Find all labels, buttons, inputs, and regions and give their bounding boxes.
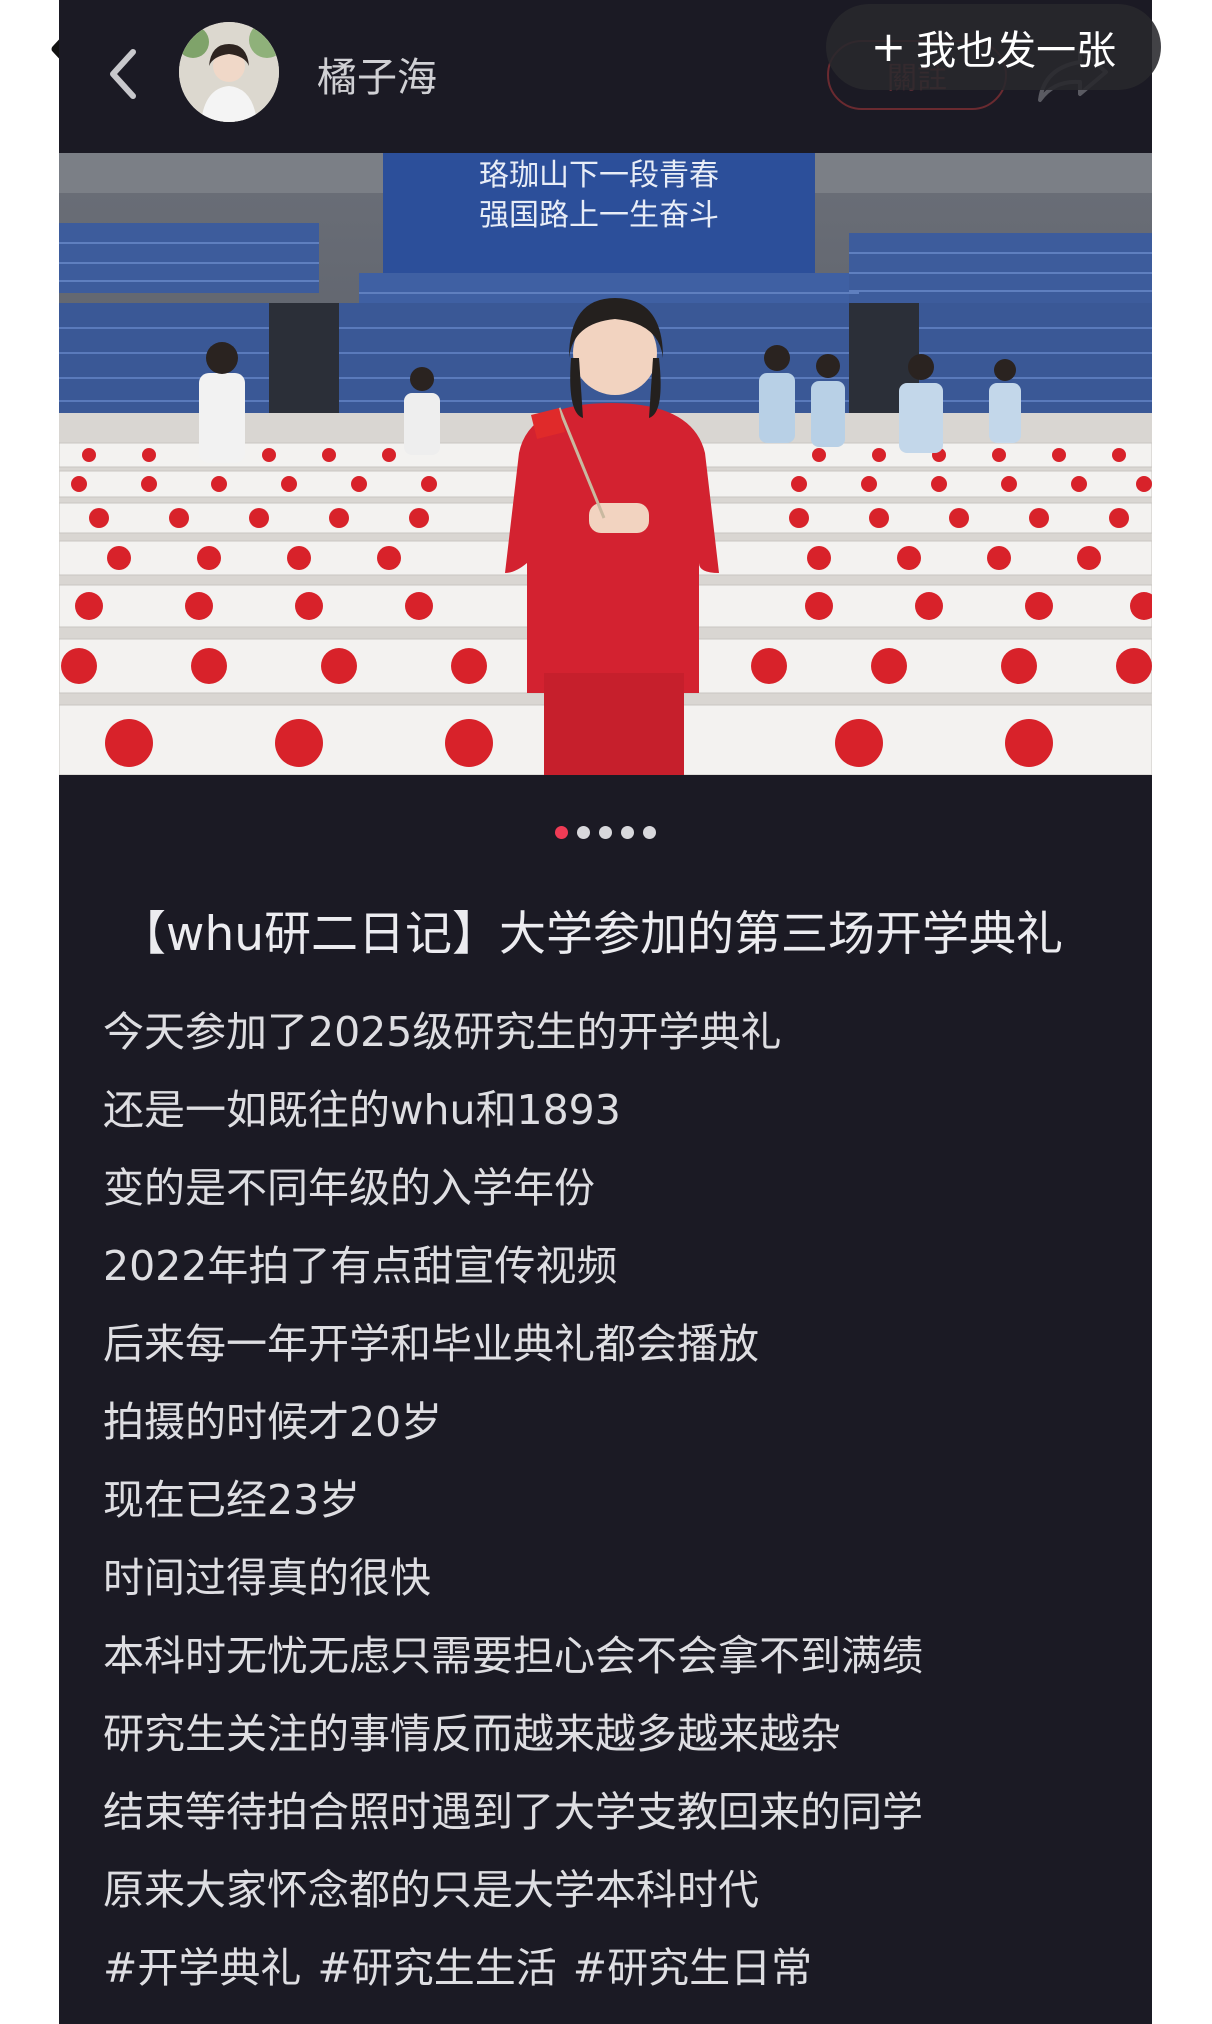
pager-dot[interactable] (599, 826, 612, 839)
body-line: 时间过得真的很快 (103, 1554, 431, 1602)
hashtag-link[interactable]: #研究生日常 (573, 1938, 812, 2016)
pager-dot[interactable] (621, 826, 634, 839)
photo-pager[interactable] (59, 826, 1152, 839)
pager-dot[interactable] (643, 826, 656, 839)
post-same-button[interactable]: + 我也发一张 (826, 4, 1161, 90)
body-line: 原来大家怀念都的只是大学本科时代 (103, 1866, 759, 1914)
body-line: 2022年拍了有点甜宣传视频 (103, 1242, 618, 1290)
body-line: 后来每一年开学和毕业典礼都会播放 (103, 1320, 759, 1368)
pager-dot[interactable] (577, 826, 590, 839)
body-line: 研究生关注的事情反而越来越多越来越杂 (103, 1710, 841, 1758)
post-photo[interactable]: 珞珈山下一段青春 强国路上一生奋斗 (59, 153, 1152, 775)
avatar[interactable] (179, 22, 279, 122)
post-title: 【whu研二日记】大学参加的第三场开学典礼 (119, 907, 1064, 962)
post-same-label: 我也发一张 (916, 28, 1117, 74)
banner-line-1: 珞珈山下一段青春 (479, 158, 719, 193)
chevron-left-icon (110, 49, 136, 99)
hashtag-link[interactable]: #研究生生活 (317, 1938, 556, 2016)
post-body: 今天参加了2025级研究生的开学典礼 还是一如既往的whu和1893 变的是不同… (103, 1002, 1133, 2016)
body-line: 变的是不同年级的入学年份 (103, 1164, 595, 1212)
body-line: 今天参加了2025级研究生的开学典礼 (103, 1008, 782, 1056)
back-button[interactable] (99, 44, 149, 104)
plus-icon: + (870, 22, 907, 71)
body-line: 拍摄的时候才20岁 (103, 1398, 443, 1446)
banner-line-2: 强国路上一生奋斗 (479, 198, 719, 233)
post-panel: 橘子海 關註 珞珈山下一段青春 强国路上一生奋斗 (59, 0, 1152, 2024)
username[interactable]: 橘子海 (317, 45, 437, 103)
body-line: 结束等待拍合照时遇到了大学支教回来的同学 (103, 1788, 923, 1836)
hashtag-row: #开学典礼 #研究生生活 #研究生日常 (103, 1938, 1133, 2016)
body-line: 本科时无忧无虑只需要担心会不会拿不到满绩 (103, 1632, 923, 1680)
pager-dot[interactable] (555, 826, 568, 839)
hashtag-link[interactable]: #开学典礼 (103, 1938, 301, 2016)
body-line: 还是一如既往的whu和1893 (103, 1086, 621, 1134)
body-line: 现在已经23岁 (103, 1476, 361, 1524)
